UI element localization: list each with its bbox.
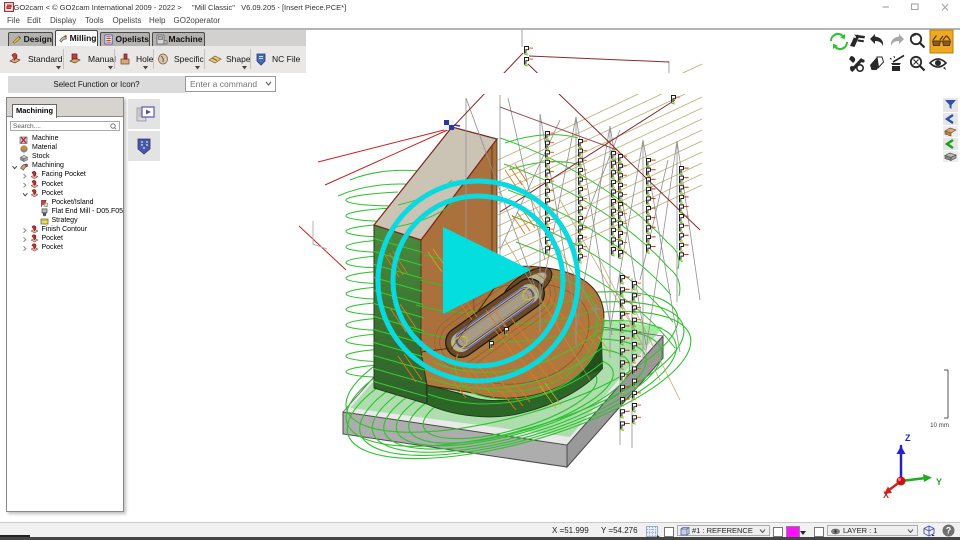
svg-text:10 mm: 10 mm bbox=[930, 422, 949, 429]
svg-text:Z: Z bbox=[905, 433, 911, 443]
svg-text:X: X bbox=[883, 490, 889, 500]
svg-text:Y: Y bbox=[936, 477, 942, 487]
svg-text:?: ? bbox=[946, 526, 952, 536]
